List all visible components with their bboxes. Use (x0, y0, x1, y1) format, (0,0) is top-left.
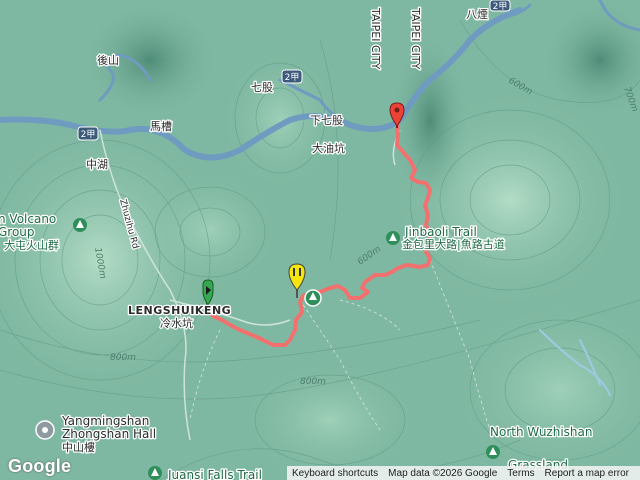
label-taipei-city-left: TAIPEI CITY (369, 7, 382, 70)
label-ma-cao: 馬槽 (150, 120, 172, 133)
poi-pin[interactable] (148, 466, 162, 480)
label-zhong-hu: 中湖 (86, 158, 108, 171)
label-juansi: Juansi Falls Trail (167, 468, 262, 480)
label-xia-qi-gu: 下七股 (310, 114, 343, 127)
svg-text:2甲: 2甲 (81, 129, 96, 140)
poi-pin[interactable] (73, 218, 87, 232)
svg-text:2甲: 2甲 (493, 1, 508, 12)
google-logo: Google (8, 456, 72, 476)
label-volcano-en-2: Group (0, 225, 35, 239)
label-volcano-en-1: n Volcano (0, 212, 56, 226)
landmark-pin[interactable] (35, 420, 55, 440)
map-footer: Keyboard shortcuts Map data ©2026 Google… (287, 466, 640, 480)
label-north-wuzhishan-1: North Wuzhishan (490, 425, 592, 439)
label-ba-yan: 八煙 (466, 8, 488, 21)
label-hou-shan: 後山 (97, 53, 119, 67)
hill-shade (140, 170, 280, 290)
road-shield: 2甲 (77, 126, 99, 141)
label-volcano-zh: 大屯火山群 (4, 238, 59, 252)
label-yangmingshan-1: Yangmingshan (61, 414, 149, 428)
label-lengshuikeng-zh: 冷水坑 (160, 316, 193, 330)
label-da-you-keng: 大油坑 (312, 141, 345, 155)
label-qi-gu: 七股 (251, 81, 273, 94)
label-jinbaoli-en: Jinbaoli Trail (404, 225, 477, 239)
label-jinbaoli-zh: 金包里大路|魚路古道 (402, 237, 505, 251)
label-yangmingshan-zh: 中山樓 (62, 440, 95, 454)
map-data-attribution: Map data ©2026 Google (388, 467, 498, 479)
contour-label: 800m (300, 377, 326, 387)
label-taipei-city-right: TAIPEI CITY (409, 7, 422, 70)
road-shield: 2甲 (489, 0, 511, 12)
hill-shade (240, 360, 420, 480)
keyboard-shortcuts-link[interactable]: Keyboard shortcuts (287, 468, 383, 479)
label-yangmingshan-2: Zhongshan Hall (62, 427, 156, 441)
poi-pin[interactable] (486, 445, 500, 459)
contour-label: 800m (110, 353, 136, 363)
svg-text:2甲: 2甲 (285, 72, 300, 83)
terms-link[interactable]: Terms (502, 468, 539, 479)
park-pin[interactable] (304, 289, 322, 307)
map-canvas[interactable]: 2甲 2甲 2甲 TAIPEI CITY TAIPEI CITY 八煙 後山 七… (0, 0, 640, 480)
road-shield: 2甲 (281, 69, 303, 84)
poi-pin[interactable] (386, 231, 400, 245)
label-lengshuikeng-en: LENGSHUIKENG (128, 304, 231, 317)
report-map-error-link[interactable]: Report a map error (540, 468, 634, 479)
